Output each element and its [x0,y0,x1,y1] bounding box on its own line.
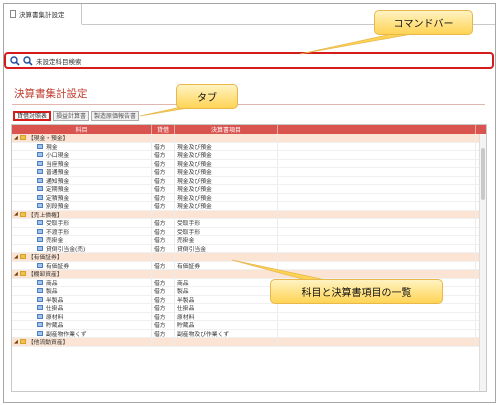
callout-list: 科目と決算書項目の一覧 [270,279,443,304]
pointer-list [231,259,327,281]
callout-tabs: タブ [176,84,238,109]
callout-pointers [139,33,413,281]
callout-command-bar: コマンドバー [374,10,473,35]
pointer-command-bar [299,33,413,55]
